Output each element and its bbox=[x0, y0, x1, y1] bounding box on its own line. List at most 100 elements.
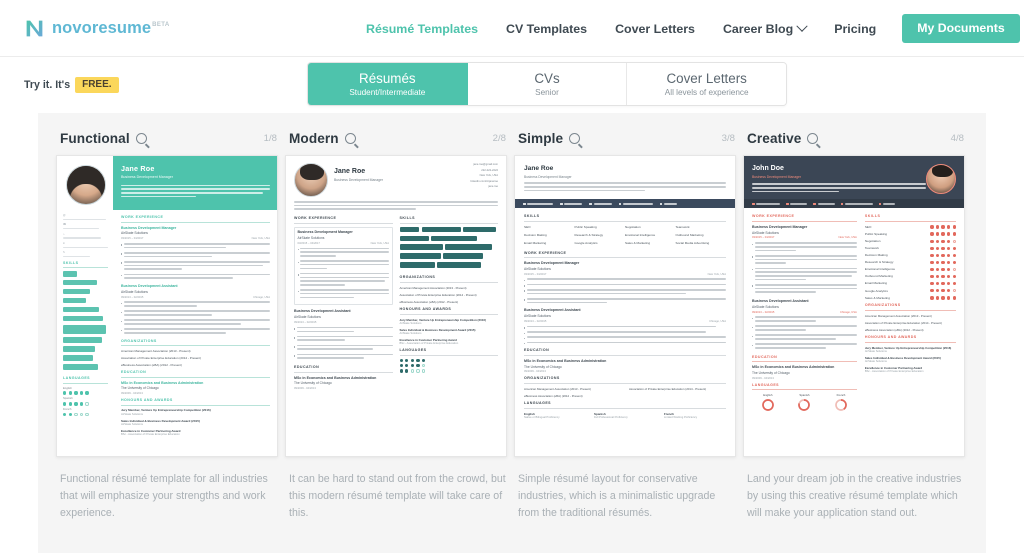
skill-rating-row: Decision Making bbox=[865, 253, 956, 257]
education-school: The University of Chicago bbox=[121, 386, 159, 391]
resume-contact-bar bbox=[744, 199, 964, 209]
job-title: Business Development Assistant bbox=[524, 308, 581, 313]
honour-meta: BSc - Association of Private Enterprise … bbox=[121, 433, 180, 437]
language-name: French bbox=[63, 407, 72, 411]
job-dates: 03/2015 – 04/2017 bbox=[524, 272, 547, 276]
job-title: Business Development Assistant bbox=[294, 309, 351, 314]
skill-item: Outbound Marketing bbox=[675, 232, 704, 237]
skill-rating-row: Emotional Intelligence bbox=[865, 267, 956, 271]
job-company: AirSkate Solutions bbox=[297, 235, 325, 240]
template-gallery: Functional 1/8 Jane Roe Business Develop… bbox=[38, 113, 986, 553]
skill-name: Google Analytics bbox=[864, 288, 888, 293]
job-title: Business Development Assistant bbox=[121, 283, 178, 288]
section-honours: HONOURS AND AWARDS bbox=[399, 307, 452, 312]
skill-item: Sales & Marketing bbox=[625, 240, 651, 245]
skill-item: Email Marketing bbox=[524, 240, 547, 245]
nav-label: Career Blog bbox=[722, 21, 794, 36]
tab-title: Résumés bbox=[359, 71, 416, 87]
skill-rating-row: Email Marketing bbox=[865, 281, 956, 285]
tab-cvs[interactable]: CVs Senior bbox=[467, 63, 628, 105]
resume-role: Business Development Manager bbox=[752, 175, 802, 180]
novoresume-n-icon bbox=[24, 18, 45, 39]
section-languages: LANGUAGES bbox=[399, 348, 427, 353]
magnifier-icon[interactable] bbox=[569, 133, 581, 144]
honour-meta: AirSkate Solutions bbox=[399, 332, 422, 336]
resume-name: Jane Roe bbox=[121, 164, 155, 173]
nav-label: Résumé Templates bbox=[366, 21, 479, 36]
contact-phone: 222-222-2222 bbox=[481, 168, 498, 172]
resume-photo bbox=[65, 165, 106, 205]
organization-item: Association of Private Enterprise Educat… bbox=[629, 386, 707, 391]
contact-linkedin: linkedin.com/in/janeroe bbox=[470, 179, 499, 183]
nav-resume-templates[interactable]: Résumé Templates bbox=[352, 22, 492, 36]
nav-cv-templates[interactable]: CV Templates bbox=[492, 22, 601, 36]
nav-label: Cover Letters bbox=[615, 21, 695, 36]
job-title: Business Development Assistant bbox=[752, 299, 809, 304]
magnifier-icon[interactable] bbox=[344, 133, 356, 144]
magnifier-icon[interactable] bbox=[807, 133, 819, 144]
job-place: New York, USA bbox=[838, 236, 857, 240]
education-degree: MSc in Economics and Business Administra… bbox=[121, 380, 204, 385]
organization-item: American Management Association (2013 - … bbox=[524, 386, 591, 391]
template-card-creative: Creative 4/8 John Doe Business Developme… bbox=[743, 131, 968, 522]
template-preview-creative[interactable]: John Doe Business Development Manager WO… bbox=[743, 155, 965, 457]
try-it-free-note: Try it. It's FREE. bbox=[24, 77, 119, 93]
education-dates: 09/2009 - 04/2013 bbox=[294, 387, 316, 391]
skill-item: Teamwork bbox=[675, 224, 690, 229]
template-description: Simple résumé layout for conservative in… bbox=[518, 473, 716, 520]
nav-cover-letters[interactable]: Cover Letters bbox=[601, 22, 709, 36]
template-preview-simple[interactable]: Jane Roe Business Development Manager SK… bbox=[514, 155, 736, 457]
template-description: It can be hard to stand out from the cro… bbox=[289, 473, 506, 520]
resume-role: Business Development Manager bbox=[121, 175, 173, 180]
skill-name: Outbound Marketing bbox=[864, 274, 893, 279]
template-name: Modern bbox=[289, 131, 339, 146]
top-navigation-bar: novoresumeBETA Résumé Templates CV Templ… bbox=[0, 0, 1024, 57]
organization-item: eBusiness Association (eBA) (2012 - Pres… bbox=[864, 328, 924, 332]
job-place: Chicago, USA bbox=[709, 319, 726, 323]
job-company: AirSkate Solutions bbox=[752, 230, 779, 235]
education-dates: 09/2009 - 04/2013 bbox=[121, 392, 143, 396]
resume-name: Jane Roe bbox=[334, 168, 366, 175]
section-languages: LANGUAGES bbox=[752, 382, 780, 387]
tab-subtitle: Senior bbox=[535, 87, 559, 97]
nav-pricing[interactable]: Pricing bbox=[820, 22, 890, 36]
template-preview-modern[interactable]: Jane Roe Business Development Manager ja… bbox=[285, 155, 507, 457]
language-rating bbox=[63, 412, 108, 417]
language-name: English bbox=[763, 393, 773, 398]
language-donut-icon bbox=[761, 398, 774, 411]
section-languages: LANGUAGES bbox=[63, 376, 91, 381]
template-name: Creative bbox=[747, 131, 802, 146]
organization-item: Association of Private Enterprise Educat… bbox=[864, 320, 942, 325]
section-skills: SKILLS bbox=[864, 214, 881, 219]
section-organizations: ORGANIZATIONS bbox=[399, 275, 436, 280]
job-title: Business Development Manager bbox=[524, 261, 580, 265]
template-card-modern: Modern 2/8 Jane Roe Business Development… bbox=[285, 131, 510, 522]
template-preview-functional[interactable]: Jane Roe Business Development Manager @ … bbox=[56, 155, 278, 457]
resume-name: Jane Roe bbox=[524, 165, 554, 172]
skill-name: Teamwork bbox=[864, 246, 879, 251]
section-work-experience: WORK EXPERIENCE bbox=[294, 216, 337, 221]
section-organizations: ORGANIZATIONS bbox=[121, 338, 157, 343]
skill-name: Research & Strategy bbox=[864, 260, 894, 265]
skill-item: Google Analytics bbox=[574, 240, 598, 245]
my-documents-button[interactable]: My Documents bbox=[902, 14, 1020, 43]
resume-photo bbox=[294, 163, 328, 197]
template-description: Functional résumé template for all indus… bbox=[60, 473, 268, 520]
template-counter: 4/8 bbox=[950, 133, 964, 144]
honour-meta: AirSkate Solutions bbox=[864, 349, 887, 353]
nav-career-blog[interactable]: Career Blog bbox=[709, 20, 820, 36]
honour-meta: AirSkate Solutions bbox=[121, 423, 143, 427]
resume-contact-bar bbox=[515, 199, 735, 209]
brand-logo[interactable]: novoresumeBETA bbox=[24, 18, 170, 39]
language-rating bbox=[399, 364, 499, 368]
skill-rating-row: Sales & Marketing bbox=[865, 296, 956, 300]
language-level: Native or Bilingual Proficiency bbox=[524, 416, 560, 420]
tab-resumes[interactable]: Résumés Student/Intermediate bbox=[308, 63, 468, 105]
magnifier-icon[interactable] bbox=[135, 133, 147, 144]
free-badge: FREE. bbox=[75, 77, 119, 93]
skill-item: Emotional Intelligence bbox=[625, 232, 656, 237]
organization-item: American Management Association (2013 - … bbox=[399, 285, 467, 290]
honour-meta: AirSkate Solutions bbox=[864, 360, 887, 364]
language-rating bbox=[399, 358, 499, 363]
tab-cover-letters[interactable]: Cover Letters All levels of experience bbox=[627, 63, 786, 105]
